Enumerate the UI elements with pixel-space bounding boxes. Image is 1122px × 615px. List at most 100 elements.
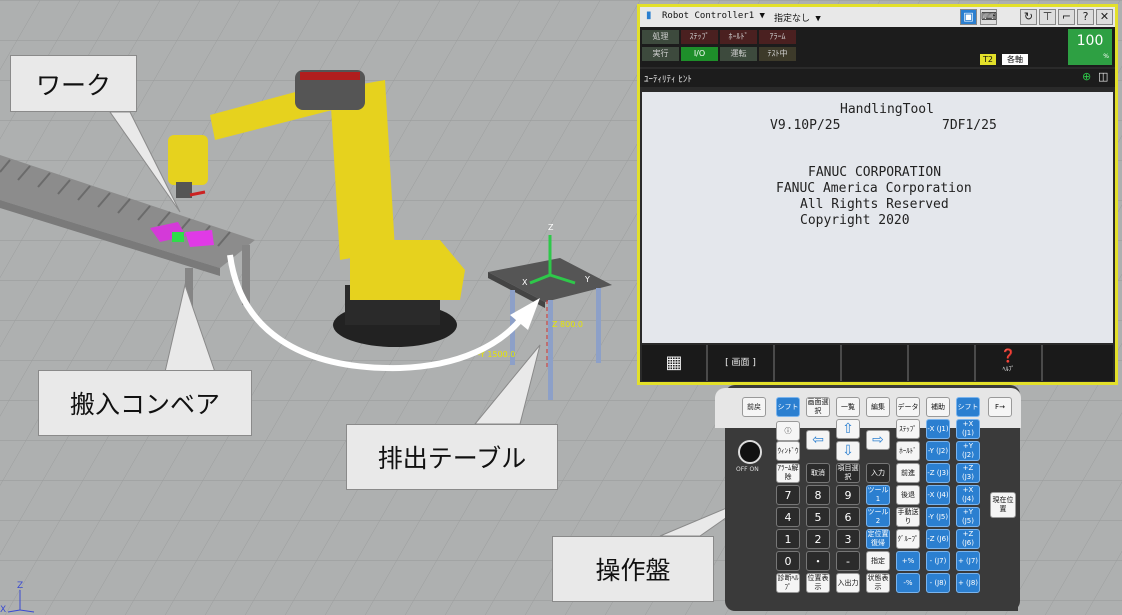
key-position[interactable]: 位置表示 xyxy=(806,573,830,593)
pendant-screen: HandlingTool V9.10P/25 7DF1/25 FANUC COR… xyxy=(642,92,1113,343)
jog-plus-ry[interactable]: +Y (J5) xyxy=(956,507,980,527)
jog-minus-j7[interactable]: - (J7) xyxy=(926,551,950,571)
key-step[interactable]: ｽﾃｯﾌﾟ xyxy=(896,419,920,439)
jog-minus-rx[interactable]: -X (J4) xyxy=(926,485,950,505)
arrow-left-icon[interactable]: ⇦ xyxy=(806,430,830,450)
jog-minus-ry[interactable]: -Y (J5) xyxy=(926,507,950,527)
key-aux[interactable]: 補助 xyxy=(926,397,950,417)
zoom-icon[interactable]: ⊕ xyxy=(1082,70,1091,83)
key-edit[interactable]: 編集 xyxy=(866,397,890,417)
key-minus[interactable]: - xyxy=(836,551,860,571)
jog-plus-rz[interactable]: +Z (J6) xyxy=(956,529,980,549)
jog-minus-rz[interactable]: -Z (J6) xyxy=(926,529,950,549)
key-forward[interactable]: 前進 xyxy=(896,463,920,483)
robot-icon: ▮ xyxy=(646,10,652,21)
key-1[interactable]: 1 xyxy=(776,529,800,549)
speed-up-icon[interactable]: +% xyxy=(896,551,920,571)
keyboard-icon[interactable]: ⌨ xyxy=(980,9,997,25)
override-value: 100 xyxy=(1076,33,1104,49)
key-2[interactable]: 2 xyxy=(806,529,830,549)
override-box[interactable]: 100 % xyxy=(1068,29,1112,65)
key-fnext[interactable]: F→ xyxy=(988,397,1012,417)
key-tool1[interactable]: ツール1 xyxy=(866,485,890,505)
jog-plus-j8[interactable]: + (J8) xyxy=(956,573,980,593)
jog-plus-j7[interactable]: + (J7) xyxy=(956,551,980,571)
key-jog[interactable]: 手動送り xyxy=(896,507,920,527)
jog-minus-y[interactable]: -Y (J2) xyxy=(926,441,950,461)
screen-line-7: Copyright 2020 xyxy=(800,213,910,228)
key-input[interactable]: 入力 xyxy=(866,463,890,483)
status-run: 実行 xyxy=(642,47,679,61)
key-5[interactable]: 5 xyxy=(806,507,830,527)
key-0[interactable]: 0 xyxy=(776,551,800,571)
key-backward[interactable]: 後退 xyxy=(896,485,920,505)
key-6[interactable]: 6 xyxy=(836,507,860,527)
fkey-menu[interactable]: ▦ xyxy=(642,345,708,381)
fkey-help[interactable]: ❓ ﾍﾙﾌﾟ xyxy=(976,345,1043,381)
jog-plus-z[interactable]: +Z (J3) xyxy=(956,463,980,483)
key-cancel[interactable]: 取消 xyxy=(806,463,830,483)
status-process: 処理 xyxy=(642,30,679,44)
close-icon[interactable]: ✕ xyxy=(1096,9,1113,25)
corner-axis-x: X xyxy=(0,605,6,615)
jog-plus-y[interactable]: +Y (J2) xyxy=(956,441,980,461)
key-9[interactable]: 9 xyxy=(836,485,860,505)
key-diag[interactable]: 診断ﾍﾙﾌﾟ xyxy=(776,573,800,593)
key-window[interactable]: ｳｨﾝﾄﾞｳ xyxy=(776,441,800,461)
split-view-icon[interactable]: ◫ xyxy=(1098,70,1108,83)
key-tool2[interactable]: ツール2 xyxy=(866,507,890,527)
key-shift-left[interactable]: シフト xyxy=(776,397,800,417)
key-item-select[interactable]: 項目選択 xyxy=(836,463,860,483)
key-alarm-reset[interactable]: ｱﾗｰﾑ解除 xyxy=(776,463,800,483)
fkey-2[interactable] xyxy=(775,345,842,381)
reset-icon[interactable]: ↻ xyxy=(1020,9,1037,25)
key-select-screen[interactable]: 画面選択 xyxy=(806,397,830,417)
fkey-3[interactable] xyxy=(842,345,909,381)
key-3[interactable]: 3 xyxy=(836,529,860,549)
screen-line-2: V9.10P/25 xyxy=(770,118,841,133)
fkey-4[interactable] xyxy=(909,345,976,381)
info-icon[interactable]: ⓘ xyxy=(776,421,800,441)
arrow-right-icon[interactable]: ⇨ xyxy=(866,430,890,450)
screen-line-6: All Rights Reserved xyxy=(800,197,949,212)
jog-minus-z[interactable]: -Z (J3) xyxy=(926,463,950,483)
offon-switch[interactable] xyxy=(738,440,762,464)
key-shift-right[interactable]: シフト xyxy=(956,397,980,417)
controller-select[interactable]: Robot Controller1 ▼ xyxy=(662,11,765,21)
robot-arm-icon[interactable]: ⌐ xyxy=(1058,9,1075,25)
jog-minus-x[interactable]: -X (J1) xyxy=(926,419,950,439)
key-8[interactable]: 8 xyxy=(806,485,830,505)
fkey-6[interactable] xyxy=(1043,345,1113,381)
key-prev[interactable]: 前戻 xyxy=(742,397,766,417)
teach-pendant-window[interactable]: ▮ Robot Controller1 ▼ 指定なし ▼ ▣ ⌨ ↻ ⊤ ⌐ ?… xyxy=(637,4,1118,385)
help-circle-icon: ❓ xyxy=(1000,349,1017,364)
jog-plus-rx[interactable]: +X (J4) xyxy=(956,485,980,505)
key-group[interactable]: ｸﾞﾙｰﾌﾟ xyxy=(896,529,920,549)
status-operation: 運転 xyxy=(720,47,757,61)
key-7[interactable]: 7 xyxy=(776,485,800,505)
speed-down-icon[interactable]: -% xyxy=(896,573,920,593)
status-area: 処理 ｽﾃｯﾌﾟ ﾎｰﾙﾄﾞ ｱﾗｰﾑ 実行 I/O 運転 ﾃｽﾄ中 T2 各軸… xyxy=(640,27,1115,67)
jog-plus-x[interactable]: +X (J1) xyxy=(956,419,980,439)
key-data[interactable]: データ xyxy=(896,397,920,417)
key-io[interactable]: 入出力 xyxy=(836,573,860,593)
key-designate[interactable]: 指定 xyxy=(866,551,890,571)
estop-icon[interactable]: ⊤ xyxy=(1039,9,1056,25)
key-dot[interactable]: ・ xyxy=(806,551,830,571)
fkey-1[interactable]: [ 画面 ] xyxy=(708,345,775,381)
help-icon[interactable]: ? xyxy=(1077,9,1094,25)
key-status[interactable]: 状態表示 xyxy=(866,573,890,593)
status-alarm: ｱﾗｰﾑ xyxy=(759,30,796,44)
arrow-up-icon[interactable]: ⇧ xyxy=(836,419,860,439)
key-home[interactable]: 定位置復帰 xyxy=(866,529,890,549)
key-4[interactable]: 4 xyxy=(776,507,800,527)
jog-minus-j8[interactable]: - (J8) xyxy=(926,573,950,593)
offon-label: OFF ON xyxy=(736,466,759,473)
key-list[interactable]: 一覧 xyxy=(836,397,860,417)
arrow-down-icon[interactable]: ⇩ xyxy=(836,441,860,461)
key-hold[interactable]: ﾎｰﾙﾄﾞ xyxy=(896,441,920,461)
pendant-view-icon[interactable]: ▣ xyxy=(960,9,977,25)
key-current-position[interactable]: 現在位置 xyxy=(990,492,1016,518)
target-select[interactable]: 指定なし ▼ xyxy=(774,11,821,24)
dim-z-label: Z 800.0 xyxy=(552,320,583,329)
